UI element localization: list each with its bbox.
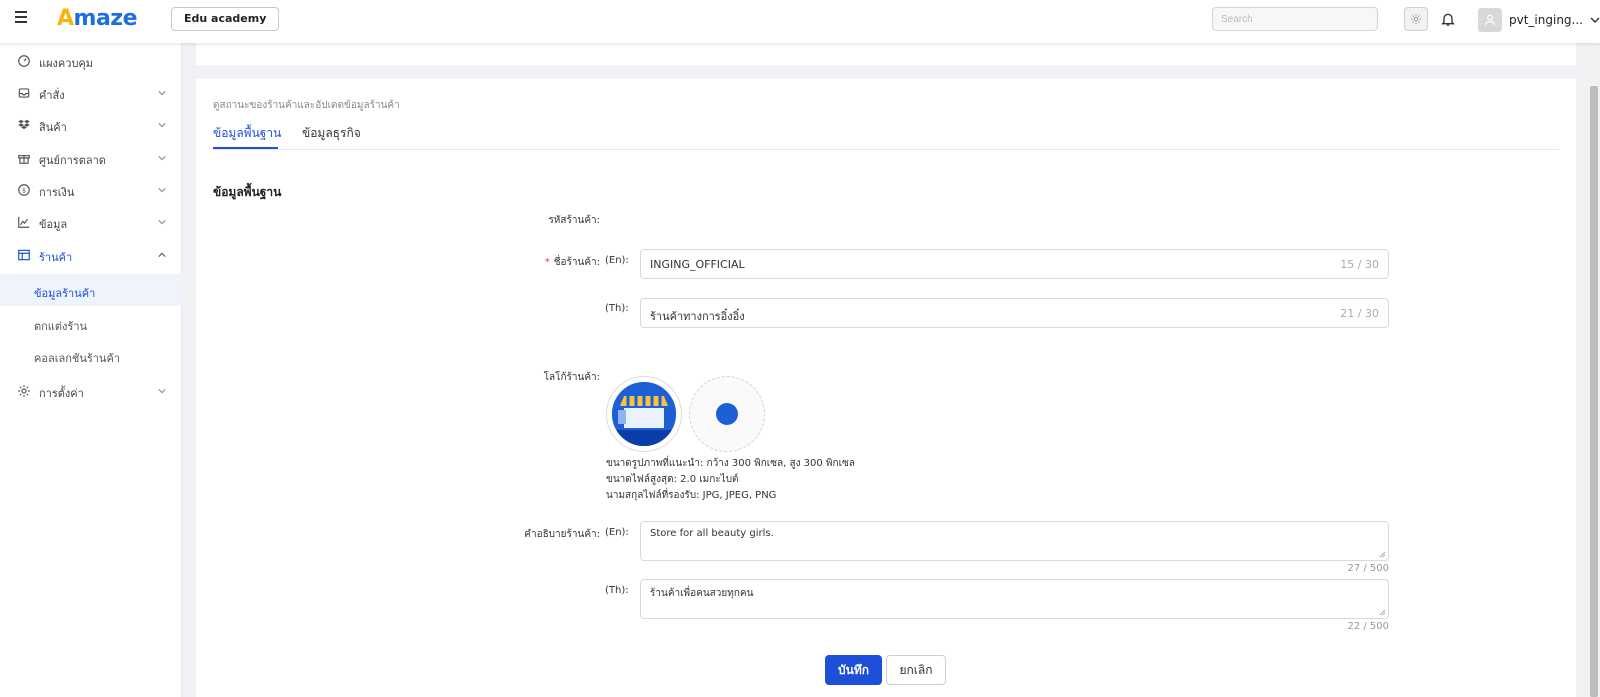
shop-description-en-count: 27 / 500 xyxy=(1347,563,1389,574)
organization-button[interactable]: Edu academy xyxy=(171,7,280,31)
menu-icon[interactable] xyxy=(15,11,29,27)
chevron-down-icon xyxy=(158,220,166,225)
sidebar-item-shop[interactable]: ร้านค้า xyxy=(0,241,182,269)
section-title: ข้อมูลพื้นฐาน xyxy=(213,185,282,199)
shop-name-en-value: INGING_OFFICIAL xyxy=(650,258,745,271)
sidebar-subitem-label: ตกแต่งร้าน xyxy=(34,320,88,333)
shop-name-th-input[interactable]: ร้านค้าทางการอิ๋งอิ๋ง 21 / 30 xyxy=(640,298,1389,328)
shop-logo-image[interactable] xyxy=(606,376,682,452)
sidebar-item-label: การตั้งค่า xyxy=(39,387,84,400)
lang-en-label: (En): xyxy=(605,255,629,266)
gift-icon xyxy=(18,155,30,164)
search-input[interactable] xyxy=(1212,7,1378,31)
sidebar-item-products[interactable]: สินค้า xyxy=(0,111,182,139)
resize-handle-icon[interactable] xyxy=(1379,551,1386,558)
chevron-down-icon xyxy=(158,156,166,161)
chevron-down-icon xyxy=(158,91,166,96)
shop-code-label: รหัสร้านค้า: xyxy=(548,215,600,226)
gear-icon xyxy=(1411,14,1421,24)
tab-basic-info[interactable]: ข้อมูลพื้นฐาน xyxy=(213,124,281,143)
shop-logo-alt-image[interactable] xyxy=(689,376,765,452)
inbox-icon xyxy=(18,88,30,98)
cancel-button[interactable]: ยกเลิก xyxy=(886,655,946,685)
required-marker: * xyxy=(544,257,550,268)
shop-description-th-textarea[interactable]: ร้านค้าเพื่อคนสวยทุกคน xyxy=(640,579,1389,619)
sidebar-item-label: ข้อมูล xyxy=(39,218,68,231)
shop-name-en-input[interactable]: INGING_OFFICIAL 15 / 30 xyxy=(640,249,1389,279)
sidebar-item-dashboard[interactable]: แผงควบคุม xyxy=(0,47,182,75)
page-subtitle: ดูสถานะของร้านค้าและอัปเดตข้อมูลร้านค้า xyxy=(213,100,400,111)
save-button[interactable]: บันทึก xyxy=(825,655,882,685)
sidebar-item-orders[interactable]: คำสั่ง xyxy=(0,79,182,107)
shop-description-th-count: 22 / 500 xyxy=(1347,621,1389,632)
chevron-up-icon xyxy=(158,252,166,257)
user-icon xyxy=(1484,14,1496,25)
resize-handle-icon[interactable] xyxy=(1379,609,1386,616)
sidebar-subitem-shop-decoration[interactable]: ตกแต่งร้าน xyxy=(0,307,182,339)
user-name: pvt_inging... xyxy=(1509,12,1583,27)
sidebar-item-label: คำสั่ง xyxy=(39,89,65,102)
chart-icon xyxy=(18,216,30,228)
sidebar-item-label: สินค้า xyxy=(39,121,67,134)
sidebar-subitem-label: ข้อมูลร้านค้า xyxy=(34,287,96,300)
sidebar-item-data[interactable]: ข้อมูล xyxy=(0,208,182,236)
lang-th-label: (Th): xyxy=(605,303,629,314)
scrollbar-thumb[interactable] xyxy=(1590,86,1598,697)
chevron-down-icon xyxy=(158,123,166,128)
user-menu[interactable]: pvt_inging... xyxy=(1478,7,1600,32)
sidebar-item-finance[interactable]: $ การเงิน xyxy=(0,176,182,204)
shop-description-label: คำอธิบายร้านค้า: xyxy=(524,529,600,540)
logo-size-hint: ขนาดรูปภาพที่แนะนำ: กว้าง 300 พิกเซล, สู… xyxy=(606,458,855,469)
sidebar-item-label: ร้านค้า xyxy=(39,251,73,264)
sidebar-subitem-label: คอลเลกชันร้านค้า xyxy=(34,352,120,365)
shop-description-en-value: Store for all beauty girls. xyxy=(650,528,774,539)
dollar-icon: $ xyxy=(18,184,30,196)
dropbox-icon xyxy=(18,119,30,130)
lang-en-label: (En): xyxy=(605,527,629,538)
chevron-down-icon xyxy=(158,389,166,394)
tab-divider xyxy=(213,149,1559,150)
svg-text:$: $ xyxy=(22,186,26,194)
logo-file-hint: ขนาดไฟล์สูงสุด: 2.0 เมกะไบต์ xyxy=(606,474,739,485)
sidebar-subitem-shop-info[interactable]: ข้อมูลร้านค้า xyxy=(0,274,182,306)
bell-icon[interactable] xyxy=(1440,10,1456,28)
brand-logo-text: maze xyxy=(73,6,138,31)
avatar xyxy=(1478,7,1502,32)
shop-name-en-count: 15 / 30 xyxy=(1340,258,1379,271)
dashboard-icon xyxy=(18,55,30,67)
top-card xyxy=(196,43,1576,65)
top-header: Amaze Edu academy pvt_inging... xyxy=(0,0,1600,43)
tab-business-info[interactable]: ข้อมูลธุรกิจ xyxy=(302,124,361,143)
lang-th-label: (Th): xyxy=(605,585,629,596)
logo-ext-hint: นามสกุลไฟล์ที่รองรับ: JPG, JPEG, PNG xyxy=(606,490,777,501)
chevron-down-icon xyxy=(1590,17,1600,23)
sidebar-subitem-shop-collection[interactable]: คอลเลกชันร้านค้า xyxy=(0,339,182,371)
shop-name-label-wrap: * ชื่อร้านค้า: xyxy=(480,255,600,270)
sidebar-item-label: ศูนย์การตลาด xyxy=(39,154,106,167)
storefront-icon xyxy=(612,382,676,446)
chevron-down-icon xyxy=(158,188,166,193)
gear-icon xyxy=(18,385,30,397)
shop-description-en-textarea[interactable]: Store for all beauty girls. xyxy=(640,521,1389,561)
shop-name-th-count: 21 / 30 xyxy=(1340,307,1379,320)
sidebar-item-marketing[interactable]: ศูนย์การตลาด xyxy=(0,144,182,172)
shop-description-th-value: ร้านค้าเพื่อคนสวยทุกคน xyxy=(650,588,754,599)
sidebar-item-label: การเงิน xyxy=(39,186,75,199)
shop-name-th-value: ร้านค้าทางการอิ๋งอิ๋ง xyxy=(650,310,745,323)
sidebar: แผงควบคุม คำสั่ง สินค้า ศูนย์การตลาด $ ก… xyxy=(0,43,182,697)
sidebar-item-settings[interactable]: การตั้งค่า xyxy=(0,377,182,405)
sidebar-item-label: แผงควบคุม xyxy=(39,57,94,70)
shop-logo-thumbnail xyxy=(716,403,738,425)
settings-button[interactable] xyxy=(1404,7,1428,31)
shop-logo-label: โลโก้ร้านค้า: xyxy=(543,372,600,383)
brand-logo[interactable]: Amaze xyxy=(57,6,138,31)
shop-name-label: ชื่อร้านค้า: xyxy=(553,257,600,268)
store-icon xyxy=(18,249,30,261)
shop-logo-artwork xyxy=(612,382,676,446)
